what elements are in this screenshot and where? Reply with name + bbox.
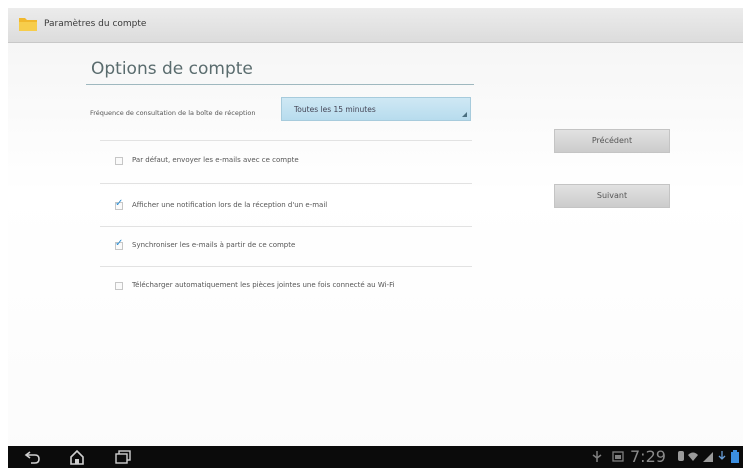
checkmark-icon: ✓ xyxy=(115,198,124,209)
section-title: Options de compte xyxy=(91,59,253,79)
divider xyxy=(100,183,472,184)
home-icon[interactable] xyxy=(68,449,86,465)
recent-apps-icon[interactable] xyxy=(114,449,132,465)
title-bar: Paramètres du compte xyxy=(8,8,743,43)
dropdown-corner-icon xyxy=(462,112,467,117)
checkbox-notification[interactable]: ✓ xyxy=(115,198,123,210)
download-icon xyxy=(718,451,726,460)
option-label: Synchroniser les e-mails à partir de ce … xyxy=(132,241,296,249)
previous-button[interactable]: Précédent xyxy=(554,129,670,153)
option-wifi-download[interactable]: Télécharger automatiquement les pièces j… xyxy=(115,280,485,296)
system-navigation-bar: 7:29 xyxy=(8,446,743,468)
usb-icon xyxy=(592,451,602,462)
frequency-value: Toutes les 15 minutes xyxy=(294,105,376,114)
app-window: Paramètres du compte Options de compte F… xyxy=(8,8,743,468)
checkbox-wifi-download[interactable] xyxy=(115,282,123,290)
checkmark-icon: ✓ xyxy=(115,238,124,249)
option-notification[interactable]: ✓ Afficher une notification lors de la r… xyxy=(115,198,485,216)
clock: 7:29 xyxy=(630,447,666,466)
battery-icon xyxy=(731,450,739,463)
option-label: Télécharger automatiquement les pièces j… xyxy=(132,281,395,289)
checkbox-sync[interactable]: ✓ xyxy=(115,238,123,250)
folder-icon[interactable] xyxy=(18,14,38,32)
checkbox-default-send[interactable] xyxy=(115,157,123,165)
option-label: Afficher une notification lors de la réc… xyxy=(132,201,328,209)
section-divider xyxy=(86,84,474,85)
frequency-label: Fréquence de consultation de la boîte de… xyxy=(90,109,256,117)
divider xyxy=(100,226,472,227)
back-icon[interactable] xyxy=(24,449,42,465)
wifi-icon xyxy=(688,452,698,461)
option-label: Par défaut, envoyer les e-mails avec ce … xyxy=(132,156,299,164)
app-title: Paramètres du compte xyxy=(44,19,147,29)
divider xyxy=(100,140,472,141)
next-button[interactable]: Suivant xyxy=(554,184,670,208)
frequency-select[interactable]: Toutes les 15 minutes xyxy=(281,97,471,121)
option-default-send[interactable]: Par défaut, envoyer les e-mails avec ce … xyxy=(115,155,485,171)
option-sync[interactable]: ✓ Synchroniser les e-mails à partir de c… xyxy=(115,238,485,256)
divider xyxy=(100,266,472,267)
screenshot-icon xyxy=(612,451,624,462)
signal-icon xyxy=(703,452,713,462)
alarm-icon xyxy=(678,451,684,461)
